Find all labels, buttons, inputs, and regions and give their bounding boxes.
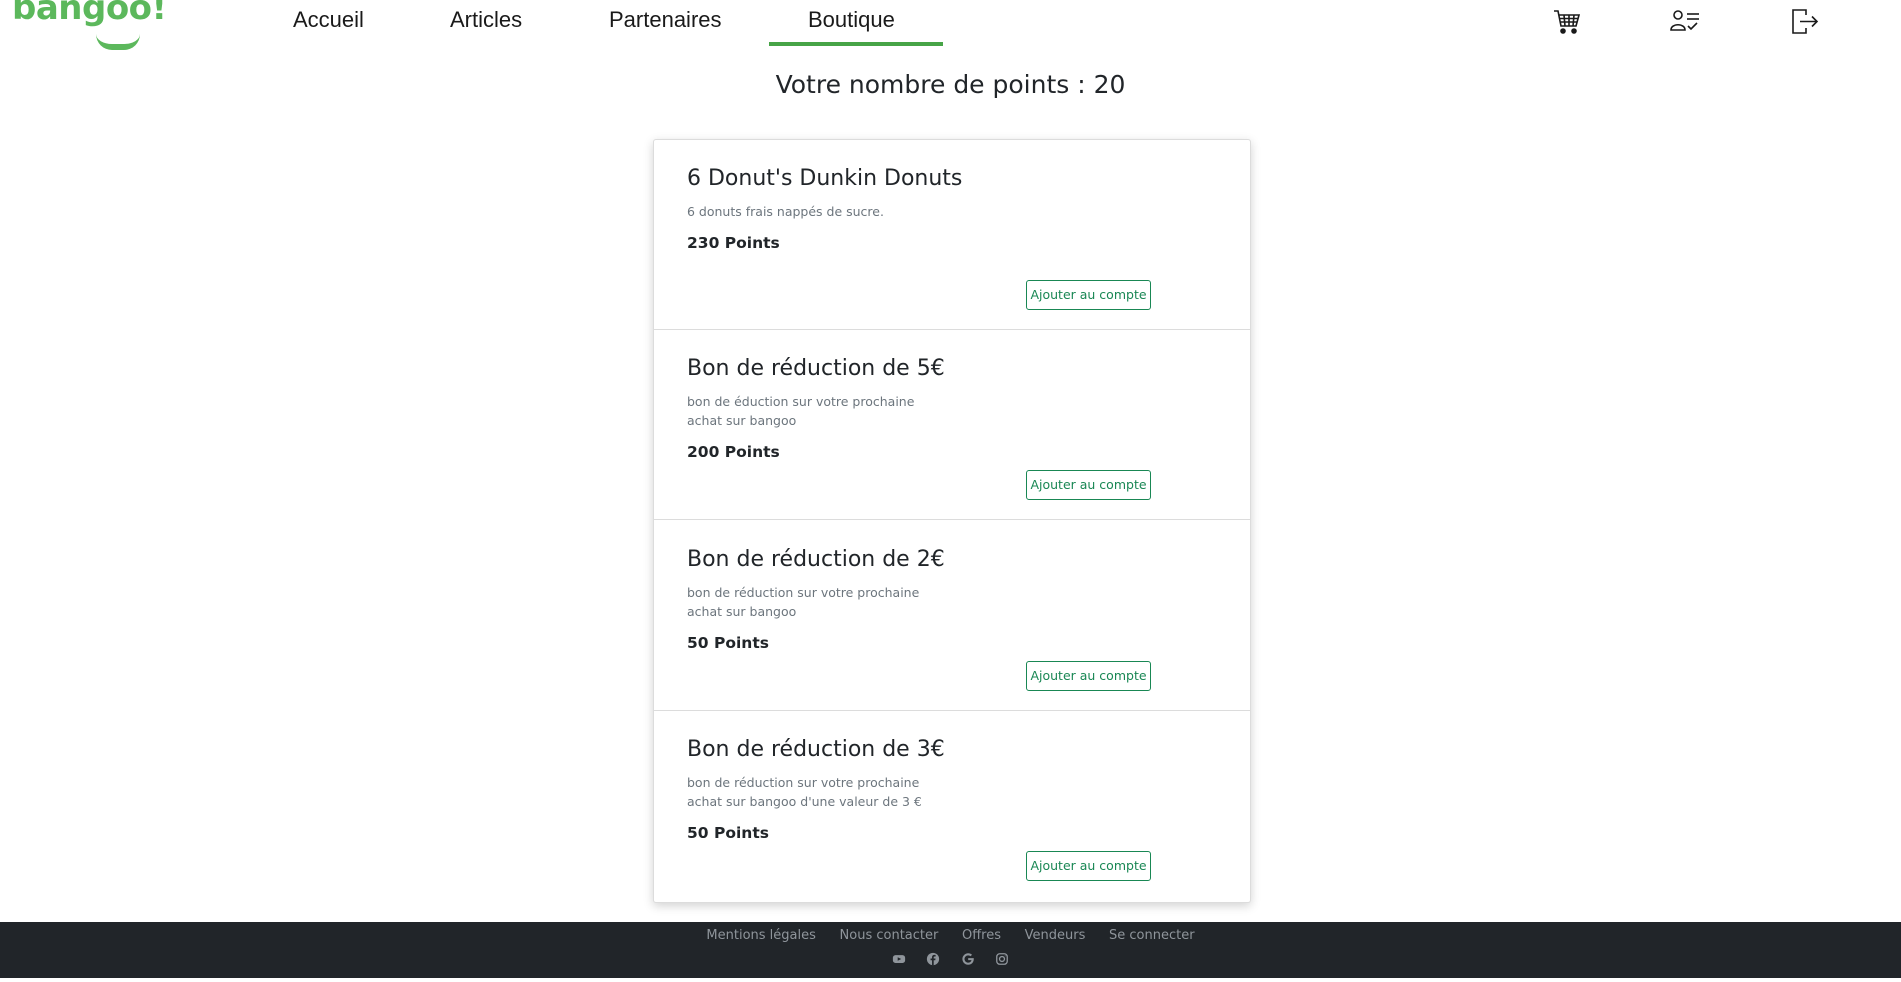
nav-active-indicator [769,42,943,46]
user-list-icon[interactable] [1670,6,1700,36]
page: bangoo! Accueil Articles Partenaires Bou… [0,0,1901,982]
logo[interactable]: bangoo! [12,0,167,44]
product-description: bon de éduction sur votre prochaine acha… [687,394,915,428]
product-card: Bon de réduction de 5€ bon de éduction s… [654,330,1250,520]
footer-link-offres[interactable]: Offres [962,928,1001,943]
product-title: 6 Donut's Dunkin Donuts [687,166,963,191]
facebook-icon[interactable] [926,952,940,966]
product-card: Bon de réduction de 3€ bon de réduction … [654,711,1250,901]
nav-item-partenaires[interactable]: Partenaires [609,7,722,33]
instagram-icon[interactable] [995,952,1009,966]
logout-icon[interactable] [1789,6,1819,36]
footer-links: Mentions légales Nous contacter Offres V… [0,927,1901,943]
logo-text: bangoo! [12,0,167,28]
product-card: 6 Donut's Dunkin Donuts 6 donuts frais n… [654,140,1250,330]
nav-item-accueil[interactable]: Accueil [293,7,364,33]
nav-item-articles[interactable]: Articles [450,7,522,33]
product-title: Bon de réduction de 3€ [687,737,945,762]
product-list: 6 Donut's Dunkin Donuts 6 donuts frais n… [653,139,1251,903]
footer-link-vendeurs[interactable]: Vendeurs [1025,928,1086,943]
nav-item-boutique[interactable]: Boutique [808,7,895,33]
product-points: 50 Points [687,824,769,842]
add-to-account-button[interactable]: Ajouter au compte [1026,851,1151,881]
logo-smile [96,34,140,50]
footer: Mentions légales Nous contacter Offres V… [0,922,1901,978]
product-points: 230 Points [687,234,780,252]
product-card: Bon de réduction de 2€ bon de réduction … [654,521,1250,711]
product-description: 6 donuts frais nappés de sucre. [687,204,884,219]
product-title: Bon de réduction de 5€ [687,356,945,381]
google-icon[interactable] [961,952,975,966]
footer-link-mentions-legales[interactable]: Mentions légales [706,928,815,943]
footer-link-se-connecter[interactable]: Se connecter [1109,928,1195,943]
cart-icon[interactable] [1552,6,1582,36]
product-title: Bon de réduction de 2€ [687,547,945,572]
youtube-icon[interactable] [892,952,906,966]
social-icons [0,950,1901,968]
product-description: bon de réduction sur votre prochaine ach… [687,775,922,809]
add-to-account-button[interactable]: Ajouter au compte [1026,280,1151,310]
add-to-account-button[interactable]: Ajouter au compte [1026,470,1151,500]
footer-link-nous-contacter[interactable]: Nous contacter [840,928,939,943]
header: bangoo! Accueil Articles Partenaires Bou… [0,0,1901,50]
add-to-account-button[interactable]: Ajouter au compte [1026,661,1151,691]
points-balance: Votre nombre de points : 20 [775,70,1126,99]
product-points: 200 Points [687,443,780,461]
product-description: bon de réduction sur votre prochaine ach… [687,585,920,619]
product-points: 50 Points [687,634,769,652]
